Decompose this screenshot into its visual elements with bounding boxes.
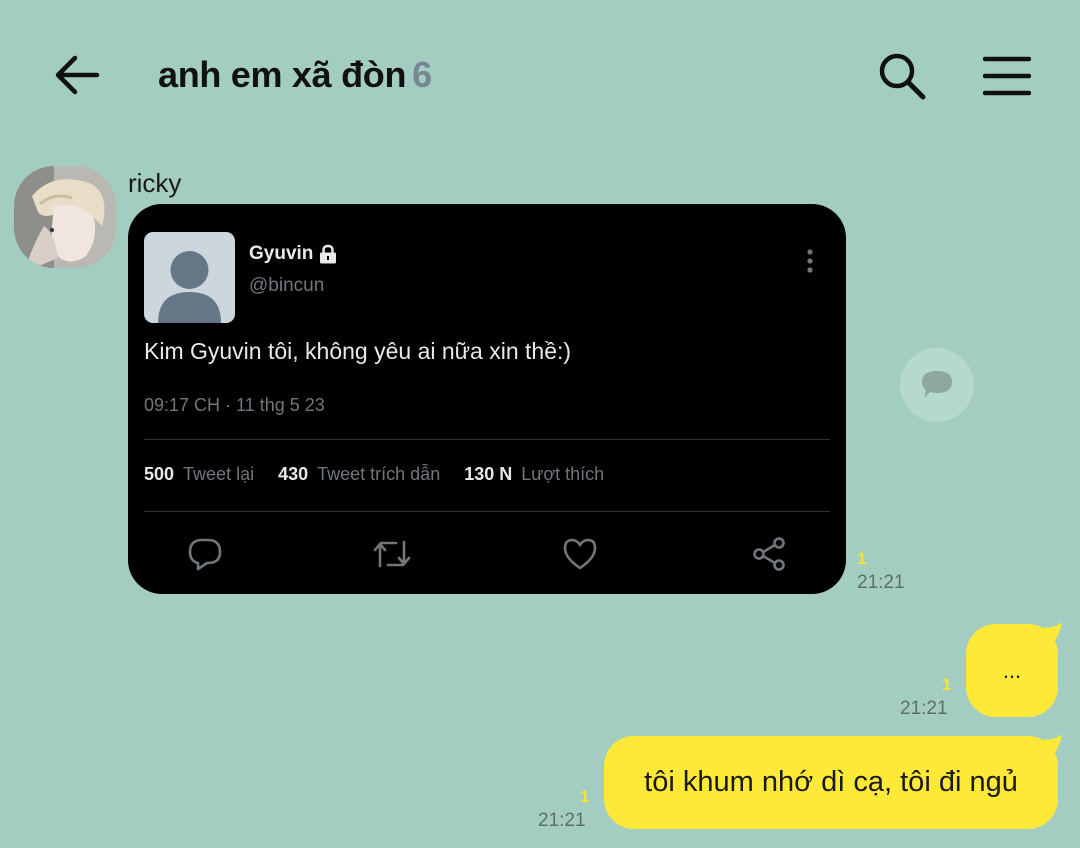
menu-button[interactable] (978, 48, 1036, 104)
lock-icon (318, 244, 338, 264)
more-vertical-icon (807, 249, 813, 273)
tweet-more-button[interactable] (798, 244, 822, 278)
speech-bubble-icon (922, 371, 952, 398)
reply-button[interactable] (185, 534, 225, 574)
retweet-button[interactable] (372, 534, 412, 574)
bubble-tail (1042, 734, 1062, 754)
share-nodes-icon (753, 537, 785, 571)
avatar-photo (14, 166, 116, 268)
tweet-share-button[interactable] (749, 534, 789, 574)
tweet-default-avatar (144, 232, 235, 323)
sender-name: ricky (128, 168, 182, 198)
like-label: Lượt thích (521, 464, 605, 484)
outgoing-message[interactable]: tôi khum nhớ dì cạ, tôi đi ngủ (604, 736, 1058, 829)
retweet-count: 500 (144, 464, 175, 484)
tweet-timestamp: 09:17 CH · 11 thg 5 23 (144, 395, 325, 415)
sender-avatar[interactable] (14, 166, 116, 268)
message-time: 21:21 (538, 810, 586, 831)
message-text: tôi khum nhớ dì cạ, tôi đi ngủ (644, 766, 1018, 798)
message-time: 21:21 (857, 572, 905, 593)
chat-title: anh em xã đòn 6 (158, 54, 432, 96)
retweet-icon (373, 540, 411, 568)
hamburger-menu-icon (983, 56, 1031, 96)
arrow-left-icon (55, 55, 100, 95)
message-text: ... (1002, 657, 1022, 683)
like-button[interactable] (560, 534, 600, 574)
search-icon (879, 53, 926, 100)
reply-icon (188, 538, 222, 571)
search-button[interactable] (872, 48, 932, 104)
tweet-divider (144, 439, 830, 440)
tweet-text: Kim Gyuvin tôi, không yêu ai nữa xin thề… (144, 338, 572, 364)
like-count: 130 N (464, 464, 513, 484)
member-count: 6 (412, 54, 432, 95)
forward-message-button[interactable] (900, 348, 974, 422)
tweet-stats: 500 Tweet lại 430 Tweet trích dẫn 130 N … (144, 464, 628, 485)
tweet-divider (144, 511, 830, 512)
tweet-author-name: Gyuvin (249, 243, 338, 265)
quote-count: 430 (278, 464, 309, 484)
chat-screen: anh em xã đòn 6 ricky Gyuvin @bincun Kim… (0, 0, 1080, 848)
unread-count: 1 (942, 675, 952, 694)
tweet-display-name: Gyuvin (249, 243, 314, 264)
back-button[interactable] (50, 50, 104, 100)
unread-count: 1 (580, 787, 590, 806)
tweet-handle: @bincun (249, 275, 325, 296)
chat-title-text: anh em xã đòn (158, 54, 407, 95)
message-time: 21:21 (900, 698, 948, 719)
user-silhouette-icon (158, 251, 221, 323)
unread-count: 1 (857, 549, 867, 568)
retweet-label: Tweet lại (183, 464, 255, 484)
quote-label: Tweet trích dẫn (317, 464, 441, 484)
shared-tweet-card[interactable]: Gyuvin @bincun Kim Gyuvin tôi, không yêu… (128, 204, 846, 594)
bubble-tail (1042, 622, 1062, 642)
heart-icon (563, 538, 597, 570)
